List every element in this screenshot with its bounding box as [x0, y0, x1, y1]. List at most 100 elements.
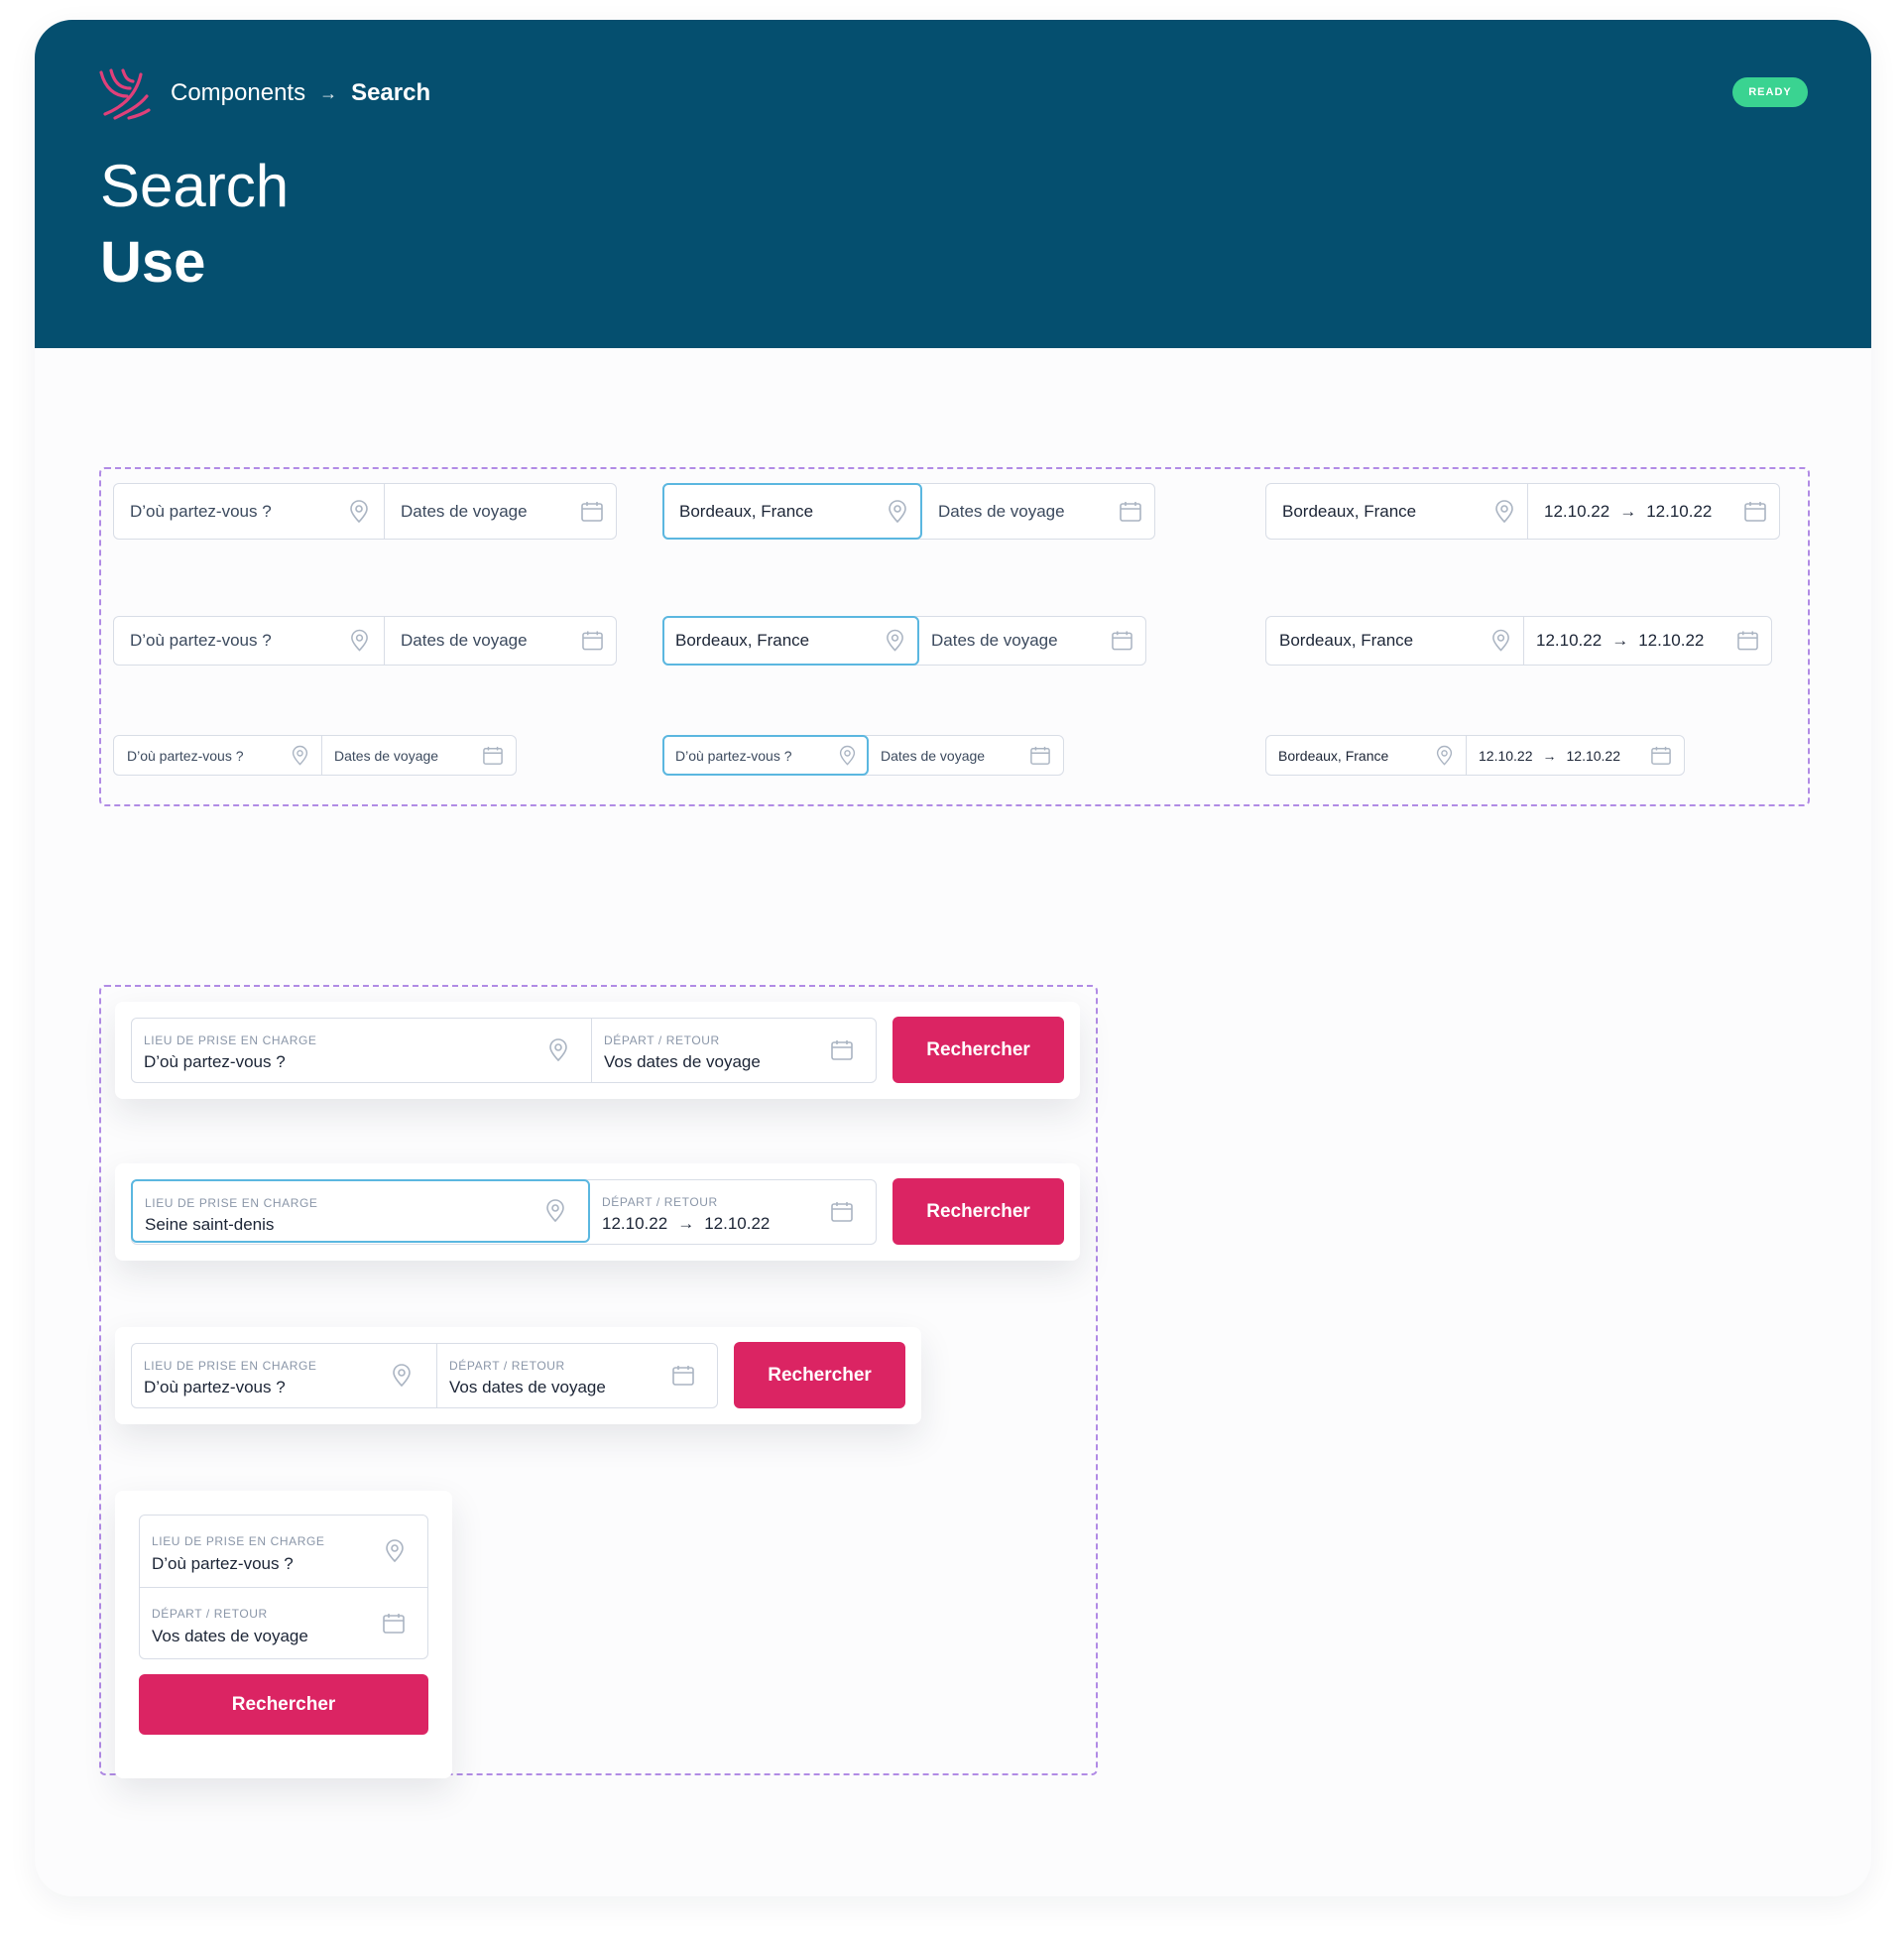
location-value: Bordeaux, France: [1282, 501, 1417, 521]
arrow-right-icon: →: [1542, 747, 1557, 764]
dates-field[interactable]: Dates de voyage: [384, 617, 616, 665]
page-card: Components → Search READY Search Use D’o…: [35, 20, 1871, 1896]
location-field[interactable]: Bordeaux, France: [1266, 736, 1466, 775]
breadcrumb-parent[interactable]: Components: [171, 79, 305, 107]
calendar-icon: [482, 746, 504, 766]
location-value: Bordeaux, France: [1278, 747, 1389, 764]
date-end: 12.10.22: [1646, 501, 1713, 521]
dates-field[interactable]: 12.10.22 → 12.10.22: [1527, 484, 1779, 539]
location-field[interactable]: D’où partez-vous ?: [114, 484, 384, 539]
pickup-location-field[interactable]: LIEU DE PRISE EN CHARGE D’où partez-vous…: [132, 1019, 591, 1082]
dates-field[interactable]: Dates de voyage: [922, 484, 1154, 539]
compact-search-bar: D’où partez-vous ? Dates de voyage: [113, 483, 617, 540]
arrow-right-icon: →: [1611, 631, 1629, 650]
location-value: Bordeaux, France: [1279, 631, 1414, 650]
location-field[interactable]: D’où partez-vous ?: [662, 735, 869, 776]
dates-placeholder: Dates de voyage: [938, 501, 1065, 521]
breadcrumb-current: Search: [351, 79, 431, 106]
location-field[interactable]: D’où partez-vous ?: [114, 617, 384, 665]
map-pin-icon: [547, 1038, 569, 1062]
map-pin-icon: [391, 1364, 413, 1388]
location-value: Bordeaux, France: [679, 501, 814, 521]
pickup-location-field[interactable]: LIEU DE PRISE EN CHARGE Seine saint-deni…: [131, 1179, 590, 1243]
dates-field[interactable]: Dates de voyage: [321, 736, 516, 775]
date-start: 12.10.22: [602, 1214, 668, 1233]
calendar-icon: [1111, 631, 1133, 652]
map-pin-icon: [349, 629, 370, 653]
dates-placeholder: Dates de voyage: [401, 631, 528, 650]
calendar-icon: [1650, 746, 1672, 766]
page-subtitle: Use: [100, 230, 206, 295]
location-field[interactable]: D’où partez-vous ?: [114, 736, 321, 775]
location-value: Bordeaux, France: [675, 631, 810, 650]
map-pin-icon: [384, 1539, 406, 1563]
pickup-location-label: LIEU DE PRISE EN CHARGE: [144, 1033, 317, 1047]
map-pin-icon: [1493, 499, 1515, 524]
map-pin-icon: [544, 1199, 566, 1223]
travel-dates-label: DÉPART / RETOUR: [152, 1607, 268, 1621]
travel-dates-field[interactable]: DÉPART / RETOUR Vos dates de voyage: [140, 1587, 427, 1658]
location-field[interactable]: Bordeaux, France: [1266, 617, 1523, 665]
calendar-icon: [580, 501, 604, 523]
search-button[interactable]: Rechercher: [892, 1178, 1064, 1245]
search-button[interactable]: Rechercher: [139, 1674, 428, 1735]
pickup-location-label: LIEU DE PRISE EN CHARGE: [144, 1359, 317, 1373]
location-placeholder: D’où partez-vous ?: [130, 501, 272, 521]
travel-dates-field[interactable]: DÉPART / RETOUR Vos dates de voyage: [436, 1344, 717, 1407]
dates-placeholder: Dates de voyage: [334, 747, 439, 764]
pickup-location-field[interactable]: LIEU DE PRISE EN CHARGE D’où partez-vous…: [132, 1344, 436, 1407]
dates-field[interactable]: 12.10.22 → 12.10.22: [1523, 617, 1771, 665]
location-field[interactable]: Bordeaux, France: [662, 483, 922, 540]
pickup-location-placeholder: D’où partez-vous ?: [144, 1052, 286, 1071]
calendar-icon: [382, 1613, 406, 1635]
compact-search-bar: Bordeaux, France 12.10.22 → 12.10.22: [1265, 483, 1780, 540]
arrow-right-icon: →: [1619, 501, 1637, 521]
date-end: 12.10.22: [704, 1214, 771, 1233]
travel-dates-placeholder: Vos dates de voyage: [152, 1627, 308, 1645]
date-start: 12.10.22: [1536, 631, 1603, 650]
dates-field[interactable]: 12.10.22 → 12.10.22: [1466, 736, 1684, 775]
compact-search-bar: Bordeaux, France 12.10.22 → 12.10.22: [1265, 616, 1772, 666]
page-title: Search: [100, 153, 290, 219]
compact-search-bar: D’où partez-vous ? Dates de voyage: [113, 735, 517, 776]
travel-dates-field[interactable]: DÉPART / RETOUR 12.10.22 → 12.10.22: [590, 1180, 876, 1244]
pickup-location-label: LIEU DE PRISE EN CHARGE: [145, 1196, 318, 1210]
dates-placeholder: Dates de voyage: [931, 631, 1058, 650]
calendar-icon: [1743, 501, 1767, 523]
search-fields: LIEU DE PRISE EN CHARGE D’où partez-vous…: [131, 1018, 877, 1083]
calendar-icon: [671, 1365, 695, 1387]
search-fields: LIEU DE PRISE EN CHARGE Seine saint-deni…: [131, 1179, 877, 1245]
calendar-icon: [1736, 631, 1759, 652]
dates-field[interactable]: Dates de voyage: [384, 484, 616, 539]
brand-logo-icon: [99, 68, 151, 120]
location-placeholder: D’où partez-vous ?: [130, 631, 272, 650]
search-button[interactable]: Rechercher: [892, 1017, 1064, 1083]
search-button[interactable]: Rechercher: [734, 1342, 905, 1408]
pickup-location-value: Seine saint-denis: [145, 1215, 275, 1234]
travel-dates-placeholder: Vos dates de voyage: [449, 1378, 606, 1396]
dates-field[interactable]: Dates de voyage: [919, 617, 1145, 665]
location-field[interactable]: Bordeaux, France: [662, 616, 919, 666]
search-fields: LIEU DE PRISE EN CHARGE D’où partez-vous…: [139, 1515, 428, 1659]
map-pin-icon: [1490, 629, 1511, 653]
travel-dates-field[interactable]: DÉPART / RETOUR Vos dates de voyage: [591, 1019, 876, 1082]
page-header: Components → Search READY Search Use: [35, 20, 1871, 348]
pickup-location-field[interactable]: LIEU DE PRISE EN CHARGE D’où partez-vous…: [140, 1516, 427, 1587]
map-pin-icon: [885, 629, 905, 653]
calendar-icon: [1029, 746, 1051, 766]
date-end: 12.10.22: [1566, 747, 1621, 764]
date-end: 12.10.22: [1638, 631, 1705, 650]
calendar-icon: [830, 1039, 854, 1061]
compact-search-bar: Bordeaux, France Dates de voyage: [662, 483, 1155, 540]
dates-field[interactable]: Dates de voyage: [869, 736, 1063, 775]
compact-search-bar: D’où partez-vous ? Dates de voyage: [662, 735, 1064, 776]
breadcrumb: Components → Search: [171, 77, 430, 109]
calendar-icon: [581, 631, 604, 652]
search-fields: LIEU DE PRISE EN CHARGE D’où partez-vous…: [131, 1343, 718, 1408]
travel-dates-label: DÉPART / RETOUR: [602, 1195, 718, 1209]
pickup-location-placeholder: D’où partez-vous ?: [144, 1378, 286, 1396]
map-pin-icon: [291, 745, 309, 766]
calendar-icon: [830, 1201, 854, 1223]
compact-search-bar: Bordeaux, France 12.10.22 → 12.10.22: [1265, 735, 1685, 776]
location-field[interactable]: Bordeaux, France: [1266, 484, 1527, 539]
